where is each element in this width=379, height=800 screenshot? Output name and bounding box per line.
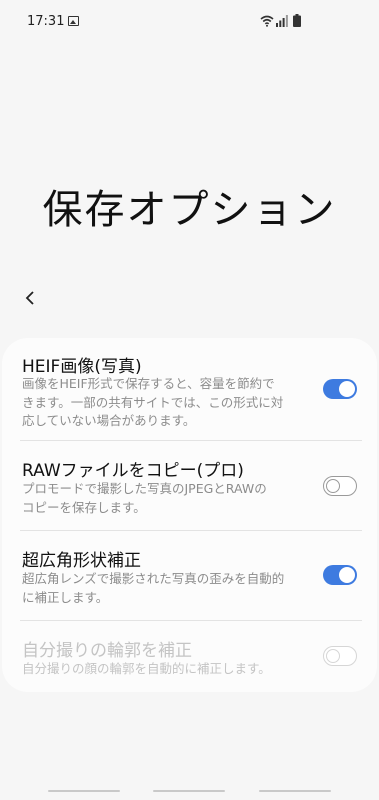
wifi-icon <box>260 15 274 27</box>
settings-card: HEIF画像(写真) 画像をHEIF形式で保存すると、容量を節約で きます。一部… <box>2 338 377 692</box>
navigation-bar <box>0 760 379 800</box>
battery-icon <box>293 14 301 27</box>
setting-title: RAWファイルをコピー(プロ) <box>22 461 244 481</box>
status-bar: 17:31 <box>0 0 379 44</box>
divider <box>20 440 362 441</box>
signal-icon <box>276 15 288 27</box>
heif-toggle[interactable] <box>323 379 357 399</box>
setting-description: 自分撮りの顔の輪郭を自動的に補正します。 <box>22 661 271 676</box>
back-button[interactable] <box>16 284 44 312</box>
back-nav-button[interactable] <box>259 790 331 792</box>
home-nav-button[interactable] <box>153 790 225 792</box>
back-icon <box>25 291 34 305</box>
setting-description: 超広角レンズで撮影された写真の歪みを自動的 に補正します。 <box>22 571 285 605</box>
selfie-contour-toggle[interactable] <box>323 646 357 666</box>
raw-copy-toggle[interactable] <box>323 476 357 496</box>
page-title: 保存オプション <box>42 186 337 233</box>
setting-title: HEIF画像(写真) <box>22 357 142 377</box>
setting-ultrawide-correction[interactable]: 超広角形状補正 超広角レンズで撮影された写真の歪みを自動的 に補正します。 <box>22 546 362 616</box>
setting-title: 超広角形状補正 <box>22 551 141 571</box>
divider <box>20 530 362 531</box>
divider <box>20 620 362 621</box>
setting-description: プロモードで撮影した写真のJPEGとRAWの コピーを保存します。 <box>22 481 267 515</box>
setting-raw-copy[interactable]: RAWファイルをコピー(プロ) プロモードで撮影した写真のJPEGとRAWの コ… <box>22 456 362 526</box>
recents-nav-button[interactable] <box>48 790 120 792</box>
setting-title: 自分撮りの輪郭を補正 <box>22 641 192 661</box>
ultrawide-correction-toggle[interactable] <box>323 565 357 585</box>
status-time: 17:31 <box>27 14 65 29</box>
setting-heif[interactable]: HEIF画像(写真) 画像をHEIF形式で保存すると、容量を節約で きます。一部… <box>22 352 362 442</box>
setting-selfie-contour[interactable]: 自分撮りの輪郭を補正 自分撮りの顔の輪郭を自動的に補正します。 <box>22 636 362 686</box>
setting-description: 画像をHEIF形式で保存すると、容量を節約で きます。一部の共有サイトでは、この… <box>22 376 284 428</box>
gallery-icon <box>68 16 79 26</box>
